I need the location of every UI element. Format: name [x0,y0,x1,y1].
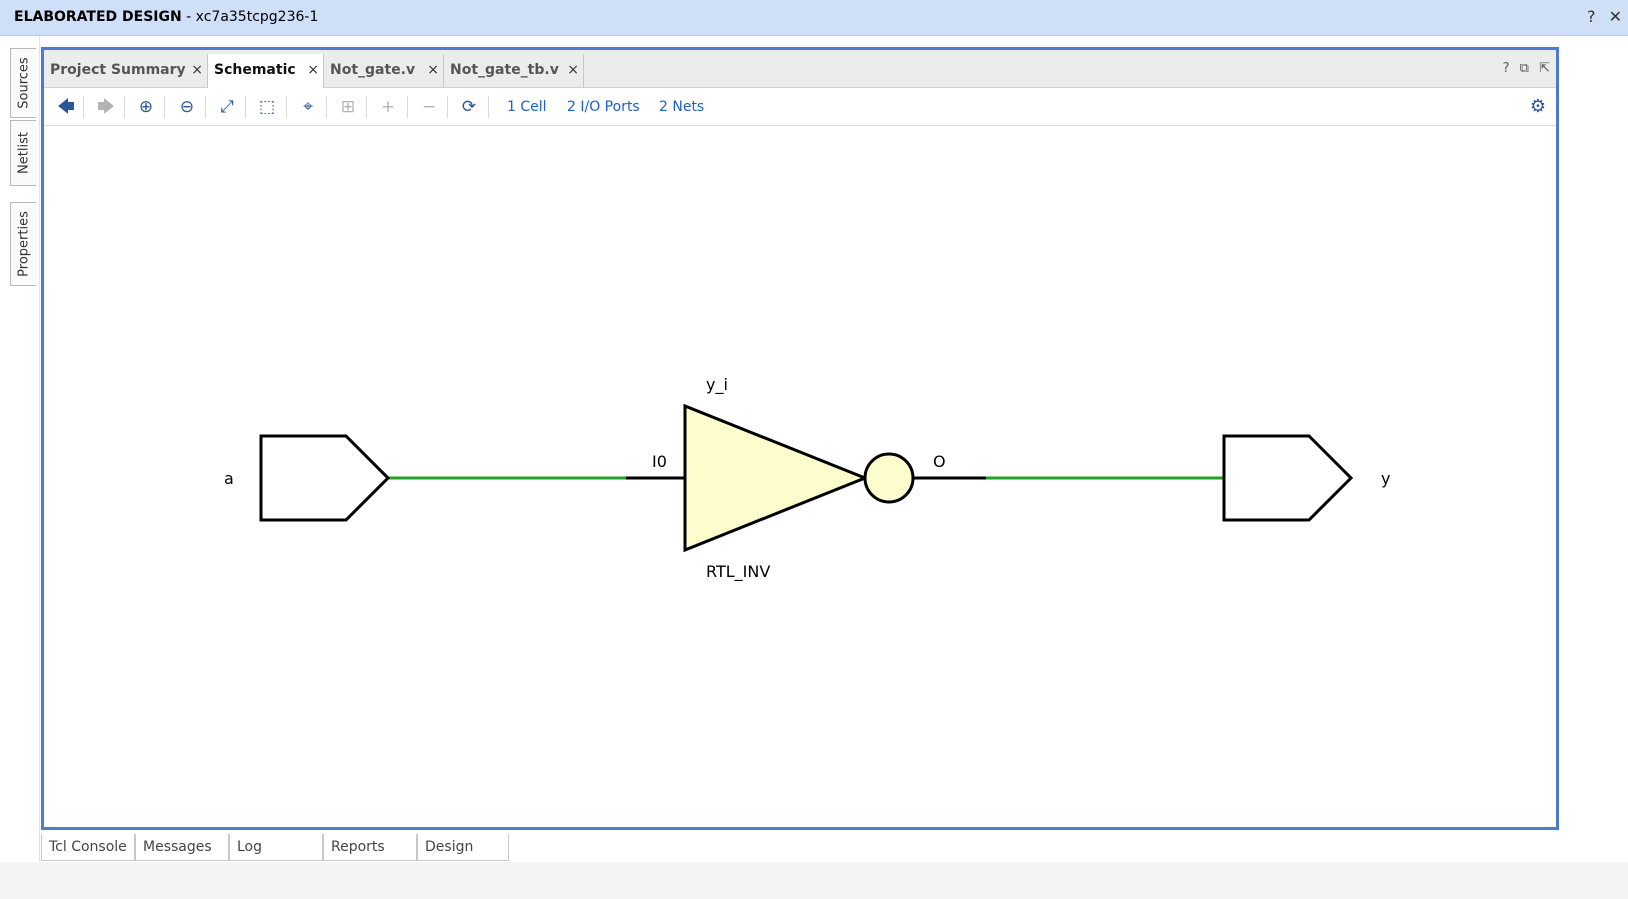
side-tab-label: Properties [16,211,31,277]
close-tab-icon[interactable]: × [427,54,439,86]
schematic-canvas[interactable]: a y_i RTL_INV I0 O y [44,127,1556,827]
schematic-toolbar: 🡄 🡆 ⊕ ⊖ ⤢ ⬚ ⌖ ⊞ + − ⟳ 1 Cell 2 I/O Ports… [44,88,1556,126]
side-tab-label: Sources [16,57,31,109]
toolbar-divider [286,96,287,118]
window-title-part: - xc7a35tcpg236-1 [181,9,319,25]
side-panel-strip: Sources Netlist Properties [0,36,40,899]
back-arrow-icon[interactable]: 🡄 [53,96,79,118]
side-tab-label: Netlist [16,132,31,174]
tab-label: Project Summary [50,62,186,78]
toolbar-divider [124,96,125,118]
output-pin-label: O [933,452,946,471]
input-pin-label: I0 [652,452,667,471]
editor-tabbar: Project Summary × Schematic × Not_gate.v… [44,50,1556,88]
toolbar-divider [245,96,246,118]
zoom-area-icon[interactable]: ⬚ [254,96,280,118]
forward-arrow-icon[interactable]: 🡆 [93,96,119,118]
tab-messages[interactable]: Messages [135,834,229,861]
side-tab-properties[interactable]: Properties [10,202,36,286]
input-port-label: a [224,469,234,488]
output-port-y[interactable] [1222,434,1354,522]
toolbar-divider [326,96,327,118]
nets-link[interactable]: 2 Nets [659,99,704,115]
tab-log[interactable]: Log [229,834,323,861]
schematic-editor-frame: Project Summary × Schematic × Not_gate.v… [41,47,1559,830]
toolbar-divider [407,96,408,118]
cell-instance-label: y_i [706,375,728,395]
toolbar-divider [366,96,367,118]
tab-not-gate-v[interactable]: Not_gate.v × [324,54,444,88]
help-icon[interactable]: ? [1503,61,1510,76]
inverter-bubble [863,452,915,504]
settings-gear-icon[interactable]: ⚙ [1530,96,1546,117]
side-tab-sources[interactable]: Sources [10,48,36,118]
zoom-in-icon[interactable]: ⊕ [133,96,159,118]
bottom-strip [0,862,1628,899]
close-tab-icon[interactable]: × [191,54,203,86]
zoom-fit-icon[interactable]: ⤢ [214,96,240,118]
close-tab-icon[interactable]: × [307,54,319,86]
window-titlebar: ELABORATED DESIGN - xc7a35tcpg236-1 ? ✕ [0,0,1628,36]
tab-reports[interactable]: Reports [323,834,417,861]
tab-design-runs[interactable]: Design Runs [417,834,509,882]
input-port-a[interactable] [259,434,391,522]
tab-schematic[interactable]: Schematic × [208,54,324,88]
cell-type-label: RTL_INV [706,562,770,582]
output-port-label: y [1381,469,1390,488]
close-icon[interactable]: ✕ [1609,7,1622,26]
toolbar-divider [488,96,489,118]
toolbar-divider [447,96,448,118]
close-tab-icon[interactable]: × [567,54,579,86]
window-title: ELABORATED DESIGN - xc7a35tcpg236-1 [14,9,318,25]
regenerate-icon[interactable]: ⊞ [335,96,361,118]
collapse-icon[interactable]: − [416,96,442,118]
toolbar-divider [83,96,84,118]
tab-project-summary[interactable]: Project Summary × [44,54,208,88]
tab-label: Not_gate_tb.v [450,62,559,78]
expand-icon[interactable]: + [375,96,401,118]
cells-link[interactable]: 1 Cell [507,99,547,115]
tab-label: Schematic [214,62,296,78]
side-tab-netlist[interactable]: Netlist [10,120,36,186]
select-crosshair-icon[interactable]: ⌖ [295,96,321,118]
restore-icon[interactable]: ⧉ [1520,61,1529,76]
tab-tcl-console[interactable]: Tcl Console [41,834,135,861]
zoom-out-icon[interactable]: ⊖ [174,96,200,118]
refresh-icon[interactable]: ⟳ [456,96,482,118]
window-title-bold: ELABORATED DESIGN [14,9,182,25]
inverter-cell[interactable] [683,403,870,553]
tab-not-gate-tb-v[interactable]: Not_gate_tb.v × [444,54,584,88]
tab-label: Not_gate.v [330,62,416,78]
schematic-drawing: a y_i RTL_INV I0 O y [224,375,1390,582]
toolbar-divider [164,96,165,118]
help-icon[interactable]: ? [1587,7,1596,26]
io-ports-link[interactable]: 2 I/O Ports [567,99,640,115]
toolbar-divider [205,96,206,118]
float-window-icon[interactable]: ⇱ [1539,61,1550,76]
